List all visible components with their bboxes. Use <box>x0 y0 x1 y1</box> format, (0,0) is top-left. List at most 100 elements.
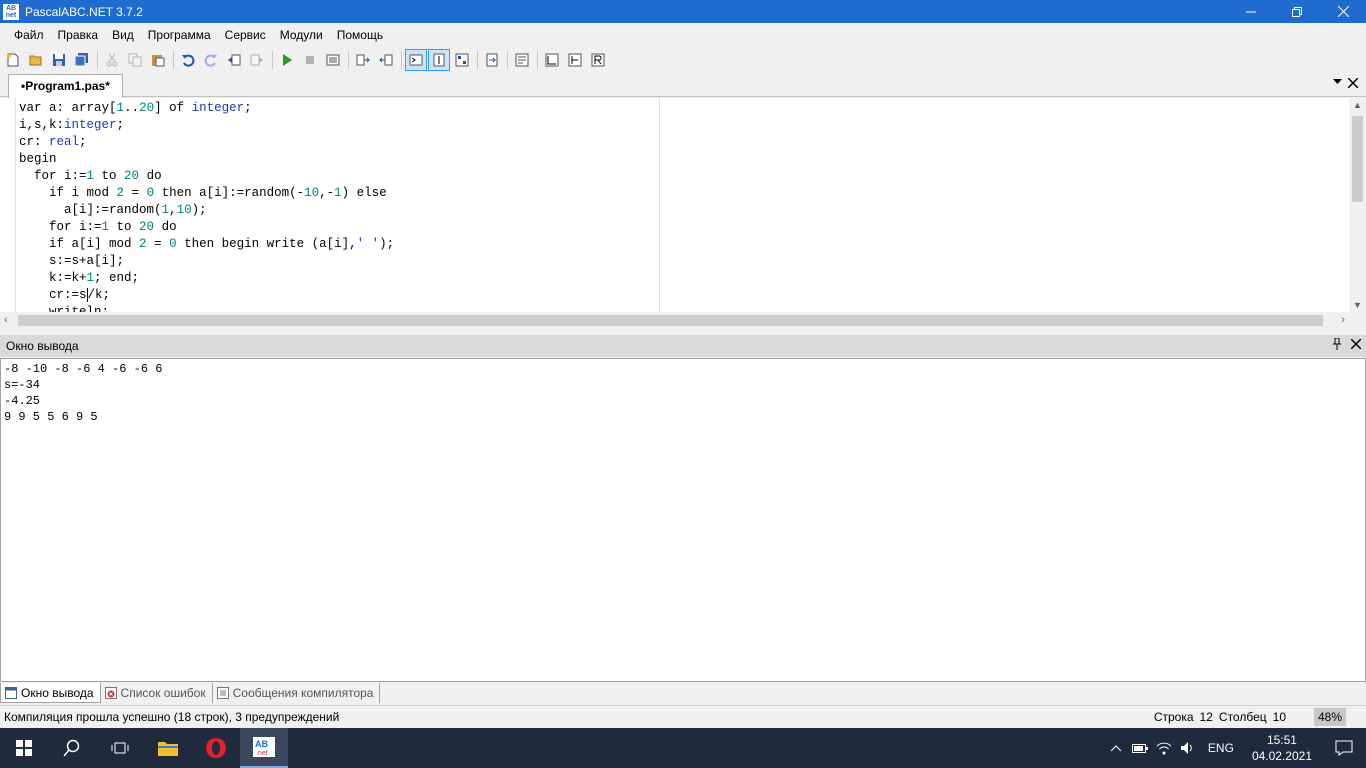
scroll-down-icon[interactable]: ▼ <box>1353 300 1362 310</box>
form-designer-button[interactable] <box>451 49 473 71</box>
code-token: ] <box>154 101 170 115</box>
save-button[interactable] <box>48 49 70 71</box>
code-token: do <box>154 220 177 234</box>
restore-button[interactable] <box>1274 0 1320 23</box>
battery-icon <box>1131 744 1148 753</box>
menu-help[interactable]: Помощь <box>330 23 390 47</box>
task-view-button[interactable] <box>96 728 144 768</box>
code-token: begin <box>19 152 57 166</box>
network-button[interactable] <box>1152 728 1176 768</box>
menu-view[interactable]: Вид <box>105 23 141 47</box>
code-editor[interactable]: var a: array[1..20] of integer; i,s,k:int… <box>0 98 1366 329</box>
navigate-button[interactable] <box>481 49 503 71</box>
menu-service[interactable]: Сервис <box>218 23 273 47</box>
code-token: ; <box>79 135 87 149</box>
folder-open-icon <box>29 55 42 65</box>
chevron-down-icon <box>1333 79 1342 84</box>
code-token: ' ' <box>356 237 380 251</box>
file-explorer-button[interactable] <box>144 728 192 768</box>
debug-locals-button[interactable] <box>564 49 586 71</box>
code-token: var a: <box>19 101 72 115</box>
code-token: .. <box>124 101 140 115</box>
input-language[interactable]: ENG <box>1200 741 1242 755</box>
code-line: s:=s+a[i]; <box>19 253 1347 270</box>
tab-error-list[interactable]: Список ошибок <box>101 683 213 703</box>
toolbar-separator <box>348 50 349 69</box>
vertical-scrollbar[interactable]: ▲ ▼ <box>1349 98 1366 312</box>
toolbar-separator <box>401 50 402 69</box>
toolbar <box>0 47 1366 72</box>
tab-error-list-label: Список ошибок <box>120 686 206 700</box>
debug-watch-button[interactable] <box>541 49 563 71</box>
tab-list-dropdown[interactable] <box>1333 77 1342 88</box>
compile-button[interactable] <box>322 49 344 71</box>
col-label: Столбец <box>1218 710 1267 724</box>
code-line: for i:=1 to 20 do <box>19 219 1347 236</box>
zoom-level[interactable]: 48% <box>1313 708 1346 726</box>
volume-button[interactable] <box>1176 728 1200 768</box>
code-text-area[interactable]: var a: array[1..20] of integer; i,s,k:int… <box>19 100 1347 312</box>
bottom-tab-strip: Окно вывода Список ошибок Сообщения комп… <box>0 683 1366 703</box>
close-output-pane-button[interactable] <box>1350 336 1362 353</box>
new-file-button[interactable] <box>2 49 24 71</box>
output-window[interactable]: -8 -10 -8 -6 4 -6 -6 6 s=-34 -4.25 9 9 5 5 … <box>0 358 1366 682</box>
opera-browser-button[interactable] <box>192 728 240 768</box>
output-line: -8 -10 -8 -6 4 -6 -6 6 <box>4 362 163 376</box>
indent-right-button[interactable] <box>246 49 268 71</box>
code-template-button[interactable] <box>511 49 533 71</box>
search-button[interactable] <box>48 728 96 768</box>
code-line: for i:=1 to 20 do <box>19 168 1347 185</box>
code-token: ,- <box>319 186 335 200</box>
menu-edit[interactable]: Правка <box>51 23 106 47</box>
debug-registers-button[interactable] <box>587 49 609 71</box>
close-window-button[interactable] <box>1320 0 1366 23</box>
paste-button[interactable] <box>147 49 169 71</box>
pascalabc-icon: AB.net <box>253 737 275 757</box>
battery-button[interactable] <box>1128 728 1152 768</box>
copy-button[interactable] <box>124 49 146 71</box>
menu-modules[interactable]: Модули <box>273 23 330 47</box>
stop-button[interactable] <box>299 49 321 71</box>
opera-icon <box>206 738 226 758</box>
pascalabc-taskbar-button[interactable]: AB .net <box>240 728 288 768</box>
notifications-button[interactable] <box>1322 728 1366 768</box>
scroll-right-icon[interactable]: › <box>1341 314 1345 326</box>
horizontal-scroll-thumb[interactable] <box>18 315 1323 326</box>
step-over-button[interactable] <box>375 49 397 71</box>
toggle-output-button[interactable] <box>405 48 427 71</box>
step-into-button[interactable] <box>352 49 374 71</box>
tab-compiler-messages[interactable]: Сообщения компилятора <box>213 683 381 703</box>
row-value: 12 <box>1199 710 1213 724</box>
clock[interactable]: 15:51 04.02.2021 <box>1242 732 1322 764</box>
pin-pane-button[interactable] <box>1332 337 1342 353</box>
undo-button[interactable] <box>177 49 199 71</box>
menu-file[interactable]: Файл <box>7 23 51 47</box>
open-file-button[interactable] <box>25 49 47 71</box>
redo-button[interactable] <box>200 49 222 71</box>
start-button[interactable] <box>0 728 48 768</box>
tray-expand-button[interactable] <box>1104 728 1128 768</box>
col-value: 10 <box>1272 710 1286 724</box>
horizontal-scrollbar[interactable]: ‹ › <box>0 312 1349 329</box>
code-token: 1 <box>101 220 110 234</box>
close-tab-button[interactable] <box>1347 75 1359 92</box>
run-button[interactable] <box>276 49 298 71</box>
minimize-button[interactable] <box>1228 0 1274 23</box>
code-token: 10 <box>176 203 192 217</box>
outdent-icon <box>228 54 241 65</box>
status-message: Компиляция прошла успешно (18 строк), 3 … <box>4 710 340 724</box>
scroll-left-icon[interactable]: ‹ <box>4 314 8 326</box>
code-token: i,s,k: <box>19 118 65 132</box>
toggle-format-button[interactable] <box>428 48 450 71</box>
tab-output-window[interactable]: Окно вывода <box>0 683 101 703</box>
menu-program[interactable]: Программа <box>141 23 218 47</box>
scroll-up-icon[interactable]: ▲ <box>1353 100 1362 110</box>
vertical-scroll-thumb[interactable] <box>1352 116 1363 202</box>
code-token: ; <box>116 118 125 132</box>
tab-program1[interactable]: •Program1.pas* <box>8 74 123 98</box>
pin-icon <box>1333 337 1341 350</box>
save-all-button[interactable] <box>71 49 93 71</box>
cut-button[interactable] <box>101 49 123 71</box>
indent-left-button[interactable] <box>223 49 245 71</box>
output-line: -4.25 <box>4 394 41 408</box>
